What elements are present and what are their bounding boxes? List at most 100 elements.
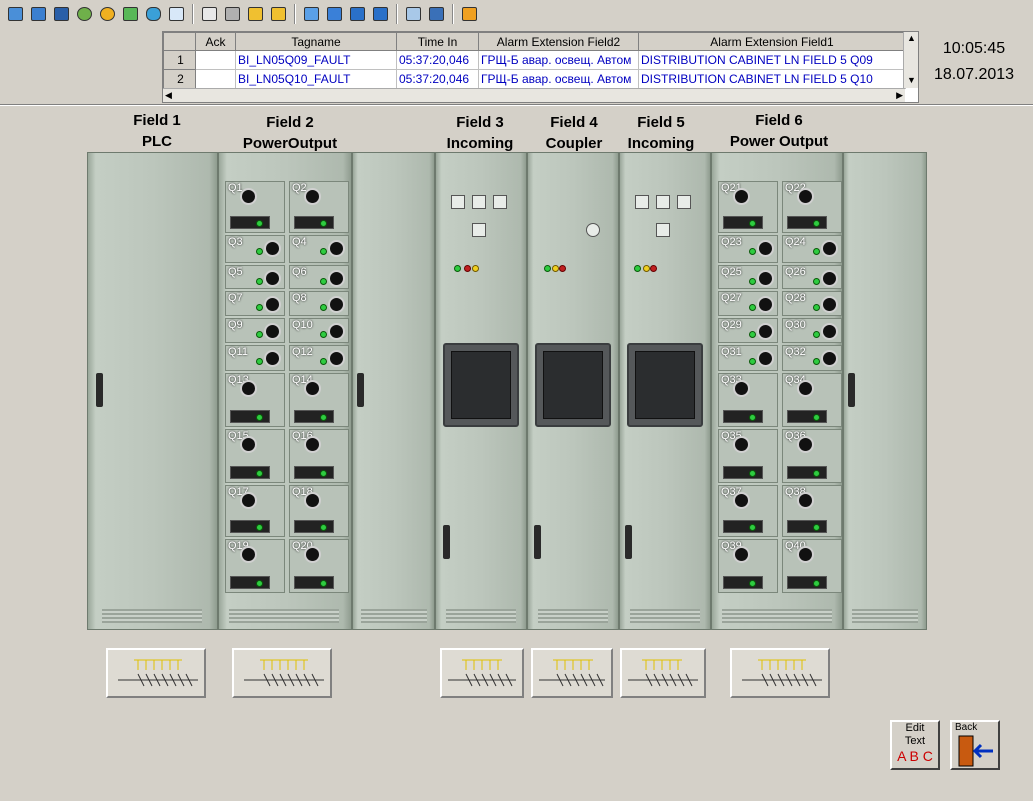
- cabinet-field-4[interactable]: [527, 152, 619, 630]
- cabinet-field-2[interactable]: Q1 Q2 Q3 Q4 Q5 Q6 Q7 Q8 Q9 Q10 Q11 Q12 Q13 Q14 Q15 Q16 Q…: [218, 152, 352, 630]
- rotary-switch-icon[interactable]: [733, 380, 750, 397]
- table-row[interactable]: 2 BI_LN05Q10_FAULT 05:37:20,046 ГРЩ-Б ав…: [163, 69, 906, 89]
- rotary-switch-icon[interactable]: [264, 323, 281, 340]
- rotary-switch-icon[interactable]: [304, 380, 321, 397]
- breaker-module[interactable]: Q26: [782, 265, 842, 289]
- cabinet-field-5[interactable]: [619, 152, 711, 630]
- scroll-right-icon[interactable]: ▶: [896, 90, 903, 101]
- breaker-module[interactable]: Q8: [289, 291, 349, 316]
- main-breaker[interactable]: [443, 343, 519, 427]
- phone-icon[interactable]: [142, 3, 165, 25]
- coupler-breaker[interactable]: [535, 343, 611, 427]
- breaker-module[interactable]: Q12: [289, 345, 349, 371]
- close-icon[interactable]: [458, 3, 481, 25]
- horizontal-scrollbar[interactable]: ◀ ▶: [163, 88, 905, 102]
- rotary-switch-icon[interactable]: [328, 296, 345, 313]
- breaker-module[interactable]: Q18: [289, 485, 349, 537]
- window-icon[interactable]: [27, 3, 50, 25]
- col-header[interactable]: Alarm Extension Field1: [638, 32, 906, 51]
- breaker-module[interactable]: Q3: [225, 235, 285, 263]
- screen-blue-icon[interactable]: [346, 3, 369, 25]
- rotary-switch-icon[interactable]: [304, 492, 321, 509]
- breaker-module[interactable]: Q36: [782, 429, 842, 483]
- breaker-module[interactable]: Q21: [718, 181, 778, 233]
- single-line-diagram-button[interactable]: [620, 648, 706, 698]
- rotary-switch-icon[interactable]: [240, 188, 257, 205]
- user-up-icon[interactable]: [198, 3, 221, 25]
- breaker-module[interactable]: Q27: [718, 291, 778, 316]
- breaker-module[interactable]: Q9: [225, 318, 285, 343]
- rotary-switch-icon[interactable]: [264, 240, 281, 257]
- rotary-switch-icon[interactable]: [304, 436, 321, 453]
- scroll-down-icon[interactable]: ▼: [907, 75, 916, 85]
- rotary-switch-icon[interactable]: [328, 350, 345, 367]
- rotary-switch-icon[interactable]: [240, 546, 257, 563]
- rotary-switch-icon[interactable]: [757, 296, 774, 313]
- rotary-switch-icon[interactable]: [304, 188, 321, 205]
- breaker-module[interactable]: Q31: [718, 345, 778, 371]
- breaker-module[interactable]: Q6: [289, 265, 349, 289]
- breaker-module[interactable]: Q5: [225, 265, 285, 289]
- rotary-switch-icon[interactable]: [328, 323, 345, 340]
- breaker-module[interactable]: Q30: [782, 318, 842, 343]
- breaker-module[interactable]: Q38: [782, 485, 842, 537]
- cabinet-field-6[interactable]: Q21 Q22 Q23 Q24 Q25 Q26 Q27 Q28 Q29 Q30 Q31 Q32 Q33 Q…: [711, 152, 843, 630]
- rotary-switch-icon[interactable]: [264, 350, 281, 367]
- alarm-table[interactable]: Ack Tagname Time In Alarm Extension Fiel…: [162, 31, 919, 103]
- terminal-icon[interactable]: [50, 3, 73, 25]
- breaker-module[interactable]: Q35: [718, 429, 778, 483]
- table-row[interactable]: 1 BI_LN05Q09_FAULT 05:37:20,046 ГРЩ-Б ав…: [163, 50, 906, 70]
- network-icon[interactable]: [221, 3, 244, 25]
- breaker-module[interactable]: Q25: [718, 265, 778, 289]
- breaker-module[interactable]: Q22: [782, 181, 842, 233]
- breaker-module[interactable]: Q7: [225, 291, 285, 316]
- rotary-switch-icon[interactable]: [797, 492, 814, 509]
- single-line-diagram-button[interactable]: [106, 648, 206, 698]
- col-header[interactable]: Time In: [396, 32, 479, 51]
- rotary-switch-icon[interactable]: [304, 546, 321, 563]
- breaker-module[interactable]: Q39: [718, 539, 778, 593]
- main-breaker[interactable]: [627, 343, 703, 427]
- breaker-module[interactable]: Q33: [718, 373, 778, 427]
- rotary-switch-icon[interactable]: [821, 296, 838, 313]
- rotary-switch-icon[interactable]: [757, 240, 774, 257]
- breaker-module[interactable]: Q16: [289, 429, 349, 483]
- breaker-module[interactable]: Q13: [225, 373, 285, 427]
- rotary-switch-icon[interactable]: [240, 492, 257, 509]
- rotary-switch-icon[interactable]: [733, 188, 750, 205]
- cabinet-field-3[interactable]: [435, 152, 527, 630]
- rotary-switch-icon[interactable]: [757, 350, 774, 367]
- rotary-switch-icon[interactable]: [797, 546, 814, 563]
- rotary-switch-icon[interactable]: [797, 436, 814, 453]
- fullscreen-icon[interactable]: [300, 3, 323, 25]
- copy-window-icon[interactable]: [402, 3, 425, 25]
- zoom-icon[interactable]: [369, 3, 392, 25]
- single-line-diagram-button[interactable]: [730, 648, 830, 698]
- breaker-module[interactable]: Q37: [718, 485, 778, 537]
- vertical-scrollbar[interactable]: ▲ ▼: [903, 32, 918, 88]
- breaker-module[interactable]: Q4: [289, 235, 349, 263]
- exchange-icon[interactable]: [73, 3, 96, 25]
- rotary-switch-icon[interactable]: [797, 188, 814, 205]
- breaker-module[interactable]: Q11: [225, 345, 285, 371]
- rotary-switch-icon[interactable]: [821, 323, 838, 340]
- rotary-switch-icon[interactable]: [733, 492, 750, 509]
- breaker-module[interactable]: Q1: [225, 181, 285, 233]
- rotary-switch-icon[interactable]: [240, 436, 257, 453]
- edit-text-button[interactable]: Edit Text A B C: [890, 720, 940, 770]
- breaker-module[interactable]: Q24: [782, 235, 842, 263]
- lock-icon[interactable]: [244, 3, 267, 25]
- breaker-module[interactable]: Q20: [289, 539, 349, 593]
- col-header[interactable]: Ack: [195, 32, 236, 51]
- breaker-module[interactable]: Q17: [225, 485, 285, 537]
- rotary-switch-icon[interactable]: [328, 270, 345, 287]
- breaker-module[interactable]: Q2: [289, 181, 349, 233]
- col-header[interactable]: Tagname: [235, 32, 397, 51]
- ack-cell[interactable]: [195, 50, 236, 70]
- rotary-switch-icon[interactable]: [264, 296, 281, 313]
- breaker-module[interactable]: Q34: [782, 373, 842, 427]
- rotary-switch-icon[interactable]: [757, 270, 774, 287]
- scroll-up-icon[interactable]: ▲: [907, 33, 916, 43]
- ack-cell[interactable]: [195, 69, 236, 89]
- lock-up-icon[interactable]: [267, 3, 290, 25]
